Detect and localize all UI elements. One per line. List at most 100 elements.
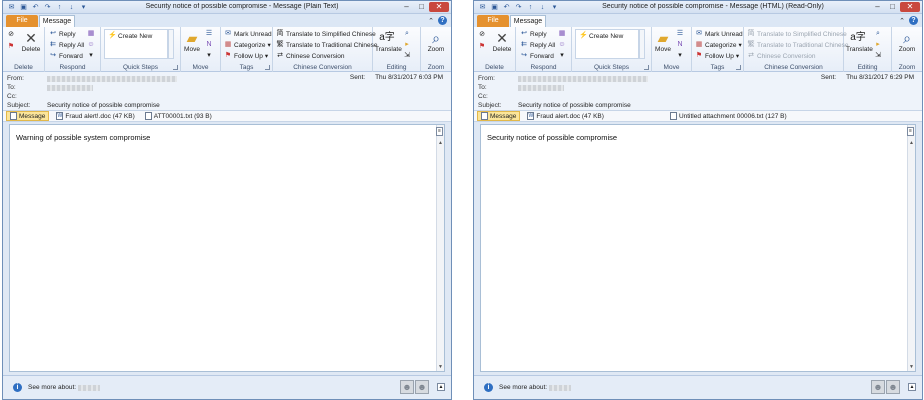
minimize-ribbon-icon[interactable]: ⌃ bbox=[428, 17, 434, 25]
customize-icon[interactable]: ▾ bbox=[79, 3, 88, 12]
attachment-item[interactable]: W Fraud alert!.doc (47 KB) bbox=[53, 111, 137, 121]
undo-icon[interactable]: ↶ bbox=[31, 3, 40, 12]
redo-icon[interactable]: ↷ bbox=[514, 3, 523, 12]
create-new-button[interactable]: ⚡ Create New bbox=[579, 32, 623, 40]
attachment-item[interactable]: W Fraud alert.doc (47 KB) bbox=[524, 111, 607, 121]
ignore-icon[interactable]: ⊘ bbox=[478, 31, 486, 39]
meeting-icon[interactable]: ▦ bbox=[558, 30, 566, 38]
junk-icon[interactable]: ⚑ bbox=[478, 43, 486, 51]
save-icon[interactable]: ▣ bbox=[19, 3, 28, 12]
redo-icon[interactable]: ↷ bbox=[43, 3, 52, 12]
quick-steps-gallery[interactable]: ⚡ Create New bbox=[104, 29, 168, 59]
tab-message[interactable]: Message bbox=[510, 15, 546, 27]
tab-file[interactable]: File bbox=[6, 15, 38, 27]
undo-icon[interactable]: ↶ bbox=[502, 3, 511, 12]
tab-file[interactable]: File bbox=[477, 15, 509, 27]
more-respond-icon[interactable]: ▾ bbox=[558, 52, 566, 60]
message-tab[interactable]: Message bbox=[6, 111, 50, 121]
reply-button[interactable]: ↩ Reply bbox=[520, 30, 547, 38]
find-icon[interactable]: ⌕ bbox=[403, 30, 411, 38]
actions-icon[interactable]: ▾ bbox=[676, 52, 684, 60]
follow-up-button[interactable]: ⚑ Follow Up ▾ bbox=[695, 52, 739, 60]
redacted-recipient[interactable] bbox=[518, 84, 564, 91]
delete-button[interactable]: ✕ Delete bbox=[492, 30, 512, 53]
down-arrow-icon[interactable]: ↓ bbox=[67, 3, 76, 12]
select-icon[interactable]: ⇲ bbox=[874, 52, 882, 60]
chinese-conversion-button[interactable]: ⇄ Chinese Conversion bbox=[747, 52, 815, 60]
avatar[interactable]: ☻ bbox=[871, 380, 885, 394]
redacted-sender[interactable] bbox=[47, 75, 177, 82]
related-icon[interactable]: ▸ bbox=[874, 41, 882, 49]
scroll-up-icon[interactable]: ▲ bbox=[908, 139, 915, 147]
maximize-button[interactable]: □ bbox=[885, 2, 900, 12]
actions-icon[interactable]: ▾ bbox=[205, 52, 213, 60]
close-button[interactable]: ✕ bbox=[429, 2, 449, 12]
create-new-button[interactable]: ⚡ Create New bbox=[108, 32, 152, 40]
move-button[interactable]: ▰ Move bbox=[183, 30, 201, 53]
outlook-icon[interactable]: ✉ bbox=[478, 3, 487, 12]
outlook-icon[interactable]: ✉ bbox=[7, 3, 16, 12]
zoom-button[interactable]: ⌕ Zoom bbox=[425, 30, 447, 53]
minimize-button[interactable]: – bbox=[870, 2, 885, 12]
delete-button[interactable]: ✕ Delete bbox=[21, 30, 41, 53]
meeting-icon[interactable]: ▦ bbox=[87, 30, 95, 38]
translate-simplified-button[interactable]: 简 Translate to Simplified Chinese bbox=[747, 30, 847, 38]
categorize-button[interactable]: ▦ Categorize ▾ bbox=[224, 41, 271, 49]
redacted-sender[interactable] bbox=[518, 75, 648, 82]
message-body[interactable]: Security notice of possible compromise ≡… bbox=[480, 124, 916, 372]
categorize-button[interactable]: ▦ Categorize ▾ bbox=[695, 41, 742, 49]
forward-button[interactable]: ↪ Forward bbox=[520, 52, 554, 60]
customize-icon[interactable]: ▾ bbox=[550, 3, 559, 12]
junk-icon[interactable]: ⚑ bbox=[7, 43, 15, 51]
follow-up-button[interactable]: ⚑ Follow Up ▾ bbox=[224, 52, 268, 60]
chinese-conversion-button[interactable]: ⇄ Chinese Conversion bbox=[276, 52, 344, 60]
maximize-button[interactable]: □ bbox=[414, 2, 429, 12]
quick-steps-gallery[interactable]: ⚡ Create New bbox=[575, 29, 639, 59]
translate-button[interactable]: a字 Translate bbox=[846, 30, 873, 53]
im-icon[interactable]: ☺ bbox=[558, 41, 566, 49]
rules-icon[interactable]: ☰ bbox=[676, 30, 684, 38]
rules-icon[interactable]: ☰ bbox=[205, 30, 213, 38]
select-icon[interactable]: ⇲ bbox=[403, 52, 411, 60]
translate-traditional-button[interactable]: 繁 Translate to Traditional Chinese bbox=[276, 41, 378, 49]
up-arrow-icon[interactable]: ↑ bbox=[55, 3, 64, 12]
translate-simplified-button[interactable]: 简 Translate to Simplified Chinese bbox=[276, 30, 376, 38]
reply-button[interactable]: ↩ Reply bbox=[49, 30, 76, 38]
more-respond-icon[interactable]: ▾ bbox=[87, 52, 95, 60]
close-button[interactable]: ✕ bbox=[900, 2, 920, 12]
onenote-icon[interactable]: N bbox=[205, 41, 213, 49]
page-icon[interactable]: ≡ bbox=[436, 127, 443, 136]
translate-traditional-button[interactable]: 繁 Translate to Traditional Chinese bbox=[747, 41, 849, 49]
scroll-down-icon[interactable]: ▼ bbox=[437, 363, 444, 371]
mark-unread-button[interactable]: ✉ Mark Unread bbox=[224, 30, 272, 38]
onenote-icon[interactable]: N bbox=[676, 41, 684, 49]
find-icon[interactable]: ⌕ bbox=[874, 30, 882, 38]
ignore-icon[interactable]: ⊘ bbox=[7, 31, 15, 39]
tab-message[interactable]: Message bbox=[39, 15, 75, 27]
reply-all-button[interactable]: ⇇ Reply All bbox=[49, 41, 84, 49]
vertical-scrollbar[interactable]: ≡ ▲ ▼ bbox=[436, 125, 444, 371]
down-arrow-icon[interactable]: ↓ bbox=[538, 3, 547, 12]
expand-people-pane-icon[interactable]: ▲ bbox=[437, 383, 445, 391]
mark-unread-button[interactable]: ✉ Mark Unread bbox=[695, 30, 743, 38]
reply-all-button[interactable]: ⇇ Reply All bbox=[520, 41, 555, 49]
avatar[interactable]: ☻ bbox=[400, 380, 414, 394]
attachment-item[interactable]: Untitled attachment 00006.txt (127 B) bbox=[667, 111, 790, 121]
up-arrow-icon[interactable]: ↑ bbox=[526, 3, 535, 12]
forward-button[interactable]: ↪ Forward bbox=[49, 52, 83, 60]
redacted-recipient[interactable] bbox=[47, 84, 93, 91]
redacted-name[interactable] bbox=[549, 384, 572, 391]
redacted-name[interactable] bbox=[78, 384, 101, 391]
page-icon[interactable]: ≡ bbox=[907, 127, 914, 136]
quick-steps-scroll[interactable] bbox=[639, 29, 645, 59]
message-body[interactable]: Warning of possible system compromise ≡ … bbox=[9, 124, 445, 372]
expand-people-pane-icon[interactable]: ▲ bbox=[908, 383, 916, 391]
avatar[interactable]: ☻ bbox=[415, 380, 429, 394]
scroll-up-icon[interactable]: ▲ bbox=[437, 139, 444, 147]
help-icon[interactable]: ? bbox=[438, 16, 447, 25]
translate-button[interactable]: a字 Translate bbox=[375, 30, 402, 53]
zoom-button[interactable]: ⌕ Zoom bbox=[896, 30, 918, 53]
avatar[interactable]: ☻ bbox=[886, 380, 900, 394]
message-tab[interactable]: Message bbox=[477, 111, 521, 121]
quick-steps-scroll[interactable] bbox=[168, 29, 174, 59]
